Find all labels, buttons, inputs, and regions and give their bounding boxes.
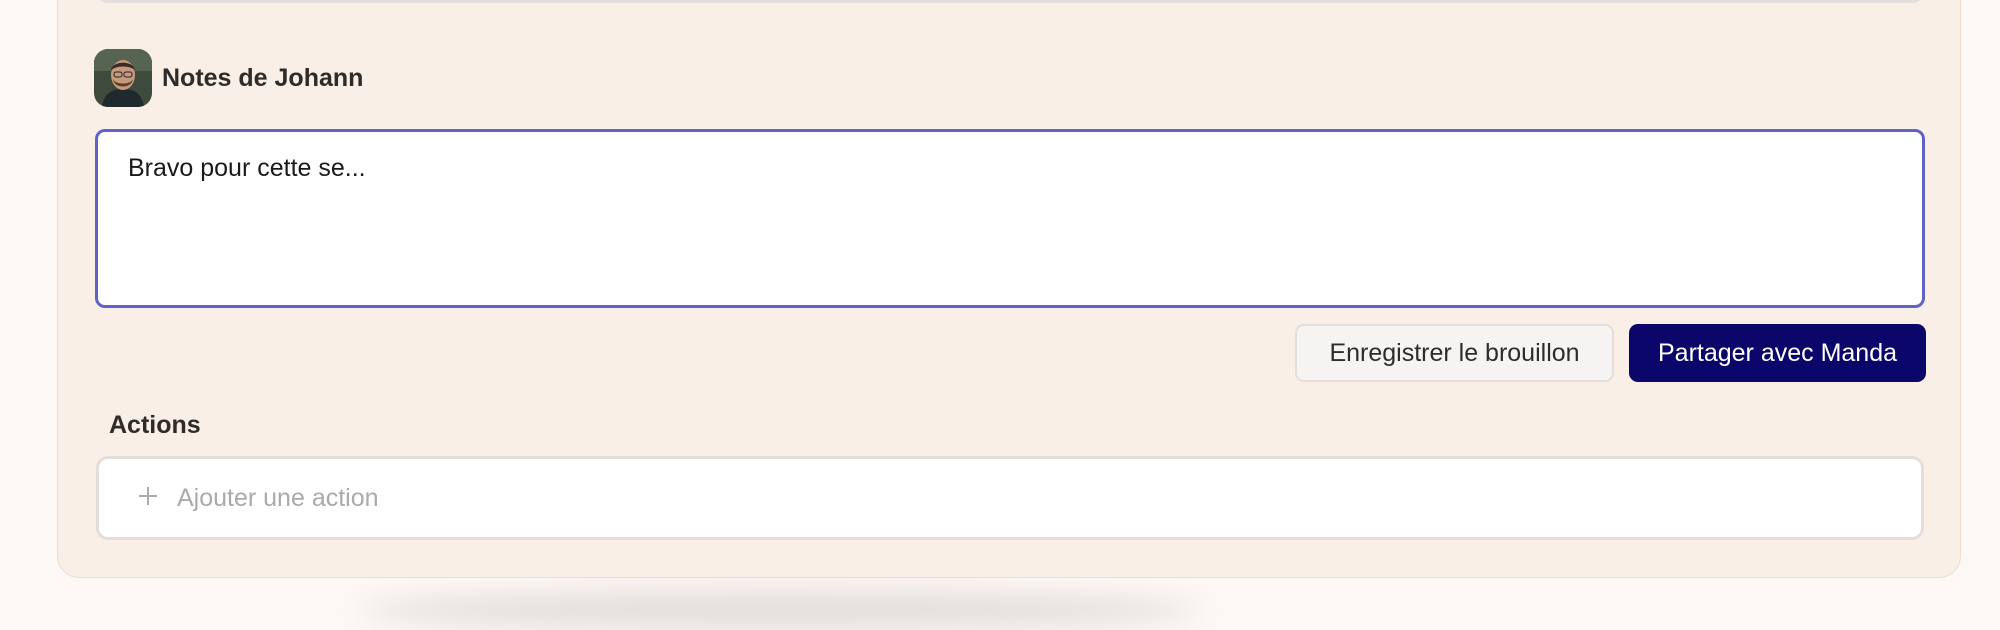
notes-title: Notes de Johann	[162, 63, 364, 92]
avatar	[94, 49, 152, 107]
actions-title: Actions	[109, 411, 201, 439]
previous-field[interactable]	[96, 0, 1924, 3]
notes-header: Notes de Johann	[94, 49, 363, 107]
person-avatar-icon	[94, 49, 152, 107]
plus-icon	[137, 483, 163, 513]
share-button[interactable]: Partager avec Manda	[1629, 324, 1926, 382]
add-action-placeholder: Ajouter une action	[177, 483, 379, 512]
add-action-field[interactable]: Ajouter une action	[96, 456, 1924, 540]
notes-textarea[interactable]: Bravo pour cette se...	[95, 129, 1925, 308]
bottom-shadow	[360, 590, 1200, 630]
save-draft-button[interactable]: Enregistrer le brouillon	[1295, 324, 1614, 382]
